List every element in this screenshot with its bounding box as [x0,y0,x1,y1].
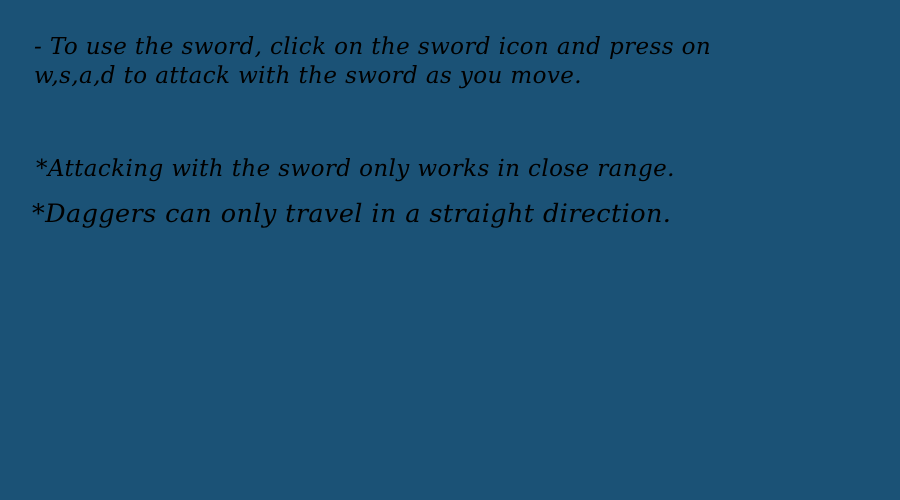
sword-range-note: *Attacking with the sword only works in … [36,156,675,182]
sword-instruction-line-1: - To use the sword, click on the sword i… [34,34,712,60]
instructions-screen: - To use the sword, click on the sword i… [0,0,900,500]
sword-instruction-line-2: w,s,a,d to attack with the sword as you … [34,63,582,89]
dagger-note: *Daggers can only travel in a straight d… [32,199,672,229]
